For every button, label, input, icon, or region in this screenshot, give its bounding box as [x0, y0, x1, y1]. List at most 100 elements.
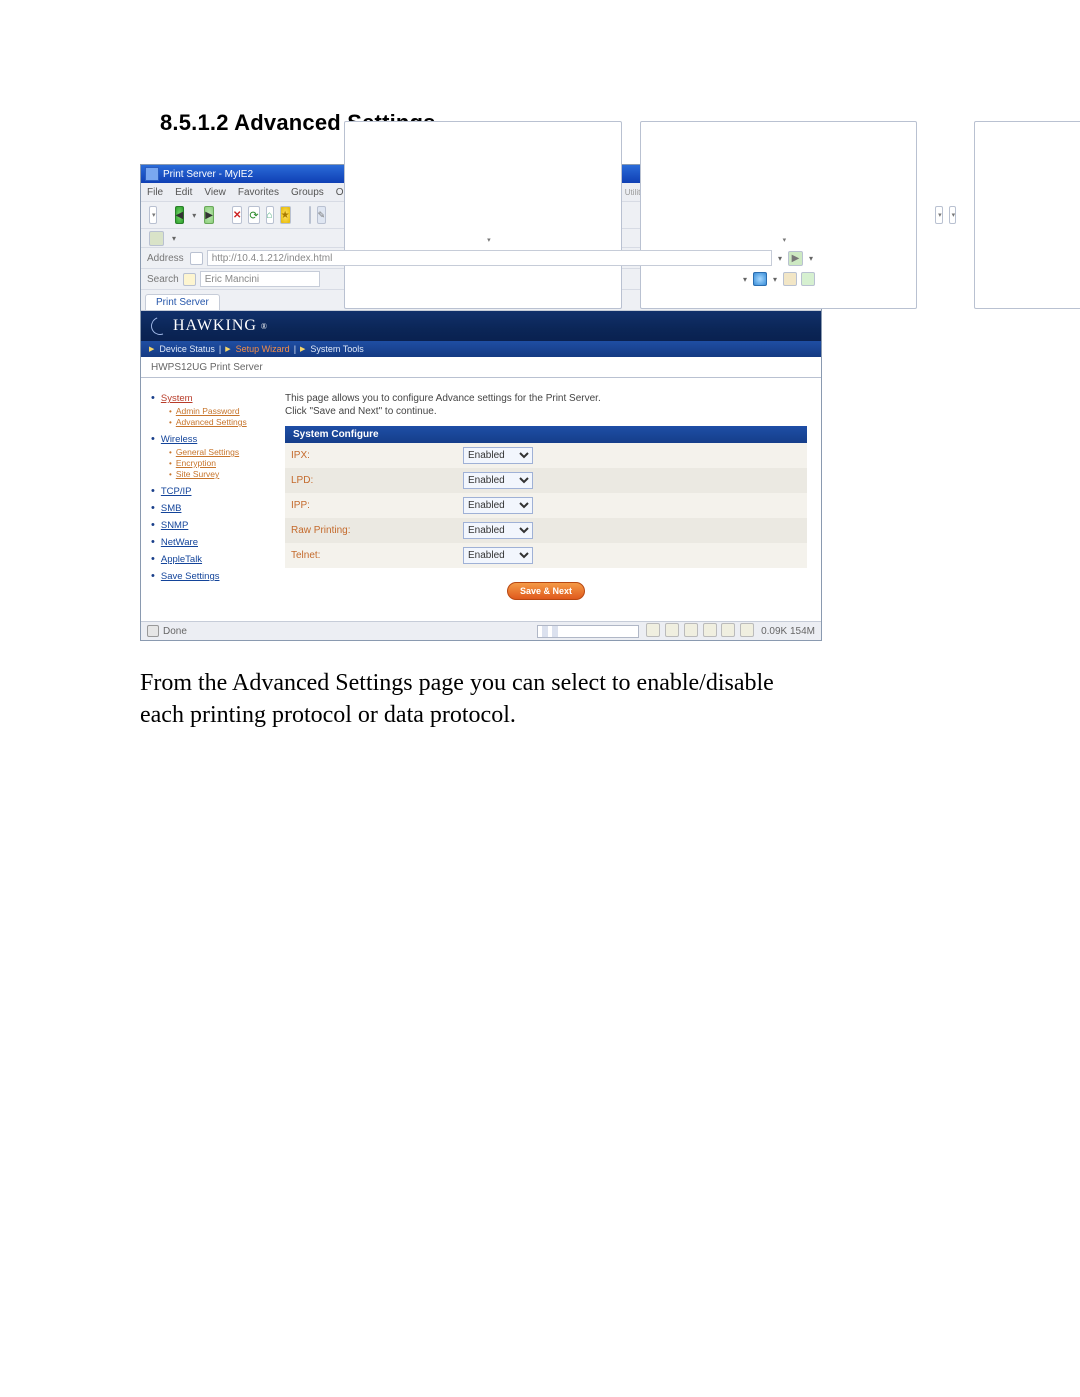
- toolbar-icon[interactable]: [801, 272, 815, 286]
- toolbar-icon[interactable]: [149, 231, 164, 246]
- row-label: Telnet:: [285, 543, 457, 568]
- status-icon: [147, 625, 159, 637]
- refresh-button[interactable]: ⟳: [248, 206, 259, 224]
- statusbar: Done 0.09K 154M: [141, 621, 821, 640]
- sidebar-item-system[interactable]: System: [161, 393, 193, 404]
- ipx-select[interactable]: Enabled: [463, 447, 533, 464]
- tray-icon[interactable]: [703, 623, 717, 637]
- new-doc-button[interactable]: [149, 206, 157, 224]
- favorites-button[interactable]: ★: [280, 206, 291, 224]
- tray-icon[interactable]: [646, 623, 660, 637]
- sidebar-sub-advanced-settings[interactable]: Advanced Settings: [176, 417, 247, 427]
- menu-file[interactable]: File: [147, 187, 163, 198]
- sidebar-item-appletalk[interactable]: AppleTalk: [161, 554, 202, 565]
- raw-printing-select[interactable]: Enabled: [463, 522, 533, 539]
- tray-icon[interactable]: [740, 623, 754, 637]
- dropdown-icon[interactable]: ▾: [773, 275, 777, 284]
- toolbar-icon[interactable]: [309, 206, 311, 224]
- sidebar-item-snmp[interactable]: SNMP: [161, 520, 188, 531]
- sidebar-item-tcpip[interactable]: TCP/IP: [161, 486, 192, 497]
- address-label: Address: [147, 253, 184, 264]
- search-engine-icon[interactable]: [183, 273, 196, 286]
- table-row: IPP: Enabled: [285, 493, 807, 518]
- sidebar-sub-encryption[interactable]: Encryption: [176, 458, 216, 468]
- go-button[interactable]: ▶: [788, 251, 803, 266]
- row-label: LPD:: [285, 468, 457, 493]
- browser-window: Print Server - MyIE2 – ▢ ✕ File Edit Vie…: [140, 164, 822, 641]
- dropdown-icon[interactable]: ▾: [809, 254, 813, 263]
- tab-print-server[interactable]: Print Server: [145, 294, 220, 310]
- search-label: Search: [147, 274, 179, 285]
- arrow-icon: ▶: [225, 345, 230, 353]
- breadcrumb: HWPS12UG Print Server: [141, 357, 821, 378]
- sidebar-sub-site-survey[interactable]: Site Survey: [176, 469, 219, 479]
- main-toolbar: ◀ ▾ ▶ ✕ ⟳ ⌂ ★ ✎ ⚙ ✔: [141, 201, 821, 228]
- page-icon: [190, 252, 203, 265]
- main-pane: This page allows you to configure Advanc…: [277, 378, 821, 621]
- logo-swoosh-icon: [148, 314, 172, 338]
- toolbar-icon[interactable]: [949, 206, 957, 224]
- toolbar-icon[interactable]: [783, 272, 797, 286]
- menu-groups[interactable]: Groups: [291, 187, 324, 198]
- back-button[interactable]: ◀: [175, 206, 185, 224]
- config-heading: System Configure: [285, 426, 807, 443]
- toolbar-icon[interactable]: [974, 121, 1080, 309]
- sidebar-item-wireless[interactable]: Wireless: [161, 434, 197, 445]
- brand-banner: HAWKING®: [141, 311, 821, 341]
- dropdown-icon[interactable]: ▾: [172, 234, 176, 243]
- subnav-device-status[interactable]: Device Status: [159, 344, 215, 354]
- sidebar-item-save-settings[interactable]: Save Settings: [161, 571, 220, 582]
- table-row: Raw Printing: Enabled: [285, 518, 807, 543]
- config-table: IPX: Enabled LPD: Enabled IPP: Enabled: [285, 443, 807, 568]
- toolbar-icon[interactable]: ✎: [317, 206, 327, 224]
- page-content: HAWKING® ▶ Device Status | ▶ Setup Wizar…: [141, 310, 821, 621]
- status-text: Done: [163, 626, 187, 637]
- toolbar-icon[interactable]: [344, 121, 622, 309]
- sidebar-sub-admin-password[interactable]: Admin Password: [176, 406, 240, 416]
- dropdown-icon[interactable]: ▾: [743, 275, 747, 284]
- brand-logo: HAWKING®: [151, 317, 268, 335]
- help-text: This page allows you to configure Advanc…: [285, 392, 807, 418]
- table-row: LPD: Enabled: [285, 468, 807, 493]
- subnav-setup-wizard[interactable]: Setup Wizard: [236, 344, 290, 354]
- divider: |: [219, 344, 221, 354]
- tray-icons: [645, 623, 755, 640]
- tray-icon[interactable]: [721, 623, 735, 637]
- tray-icon[interactable]: [684, 623, 698, 637]
- window-title: Print Server - MyIE2: [163, 169, 253, 180]
- menu-favorites[interactable]: Favorites: [238, 187, 279, 198]
- progress-gauge: [537, 625, 639, 638]
- menu-view[interactable]: View: [204, 187, 226, 198]
- row-label: Raw Printing:: [285, 518, 457, 543]
- divider: |: [294, 344, 296, 354]
- ipp-select[interactable]: Enabled: [463, 497, 533, 514]
- sidebar-item-smb[interactable]: SMB: [161, 503, 182, 514]
- telnet-select[interactable]: Enabled: [463, 547, 533, 564]
- subnav: ▶ Device Status | ▶ Setup Wizard | ▶ Sys…: [141, 341, 821, 357]
- dropdown-icon[interactable]: ▾: [192, 211, 196, 220]
- arrow-icon: ▶: [300, 345, 305, 353]
- tray-icon[interactable]: [665, 623, 679, 637]
- menu-edit[interactable]: Edit: [175, 187, 192, 198]
- table-row: IPX: Enabled: [285, 443, 807, 468]
- app-icon: [145, 167, 159, 181]
- row-label: IPP:: [285, 493, 457, 518]
- toolbar-icon[interactable]: [935, 206, 943, 224]
- sidebar-sub-general-settings[interactable]: General Settings: [176, 447, 239, 457]
- table-row: Telnet: Enabled: [285, 543, 807, 568]
- row-label: IPX:: [285, 443, 457, 468]
- toolbar-icon[interactable]: [753, 272, 767, 286]
- subnav-system-tools[interactable]: System Tools: [310, 344, 363, 354]
- address-input[interactable]: [207, 250, 772, 266]
- home-button[interactable]: ⌂: [266, 206, 274, 224]
- search-input[interactable]: [200, 271, 320, 287]
- address-row: Address ▾ ▶ ▾: [141, 247, 821, 268]
- stop-button[interactable]: ✕: [232, 206, 242, 224]
- sidebar-item-netware[interactable]: NetWare: [161, 537, 198, 548]
- dropdown-icon[interactable]: ▾: [778, 254, 782, 263]
- caption-text: From the Advanced Settings page you can …: [140, 667, 780, 732]
- forward-button[interactable]: ▶: [204, 206, 214, 224]
- save-next-button[interactable]: Save & Next: [507, 582, 585, 600]
- network-status: 0.09K 154M: [761, 626, 815, 637]
- lpd-select[interactable]: Enabled: [463, 472, 533, 489]
